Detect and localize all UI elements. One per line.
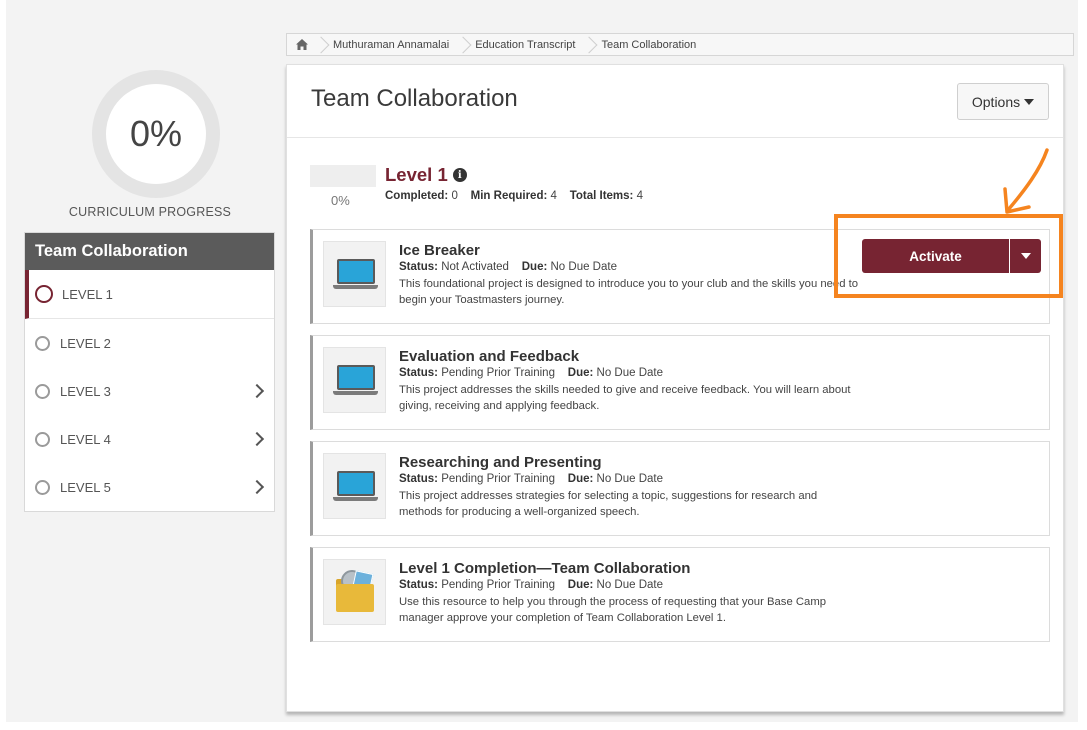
status-label: Status:	[399, 579, 438, 591]
sidebar-item-level-3[interactable]: LEVEL 3	[25, 367, 274, 415]
sidebar-item-level-4[interactable]: LEVEL 4	[25, 415, 274, 463]
item-title[interactable]: Ice Breaker	[399, 242, 480, 259]
laptop-icon	[323, 347, 386, 413]
item-description: This project addresses the skills needed…	[399, 384, 851, 412]
min-required-value: 4	[550, 190, 557, 202]
item-status: Status: Pending Prior Training Due: No D…	[399, 579, 663, 591]
item-status: Status: Pending Prior Training Due: No D…	[399, 473, 663, 485]
breadcrumb-item-user[interactable]: Muthuraman Annamalai	[327, 39, 459, 51]
sidebar-item-label: LEVEL 2	[60, 335, 111, 351]
level-sidebar: Team Collaboration LEVEL 1 LEVEL 2 LEVEL…	[24, 232, 275, 512]
item-status: Status: Not Activated Due: No Due Date	[399, 261, 617, 273]
annotation-arrow-icon	[1003, 148, 1049, 214]
panel-divider	[287, 137, 1063, 138]
level-title-text: Level 1	[385, 164, 448, 185]
level-status-circle-icon	[35, 479, 50, 495]
status-label: Status:	[399, 261, 438, 273]
level-status-circle-icon	[35, 383, 50, 399]
level-progress-bar	[310, 165, 376, 187]
info-icon[interactable]: i	[452, 168, 467, 182]
sidebar-item-label: LEVEL 3	[60, 383, 111, 399]
item-description: This foundational project is designed to…	[399, 278, 859, 306]
due-label: Due:	[567, 473, 594, 485]
laptop-icon	[323, 241, 386, 307]
status-value: Not Activated	[441, 261, 509, 273]
curriculum-progress-label: CURRICULUM PROGRESS	[68, 205, 232, 219]
due-label: Due:	[567, 367, 594, 379]
training-item-card: Level 1 Completion—Team Collaboration St…	[310, 547, 1050, 642]
due-label: Due:	[567, 579, 594, 591]
chevron-right-icon[interactable]	[249, 431, 265, 447]
level-status-circle-icon	[35, 431, 50, 447]
options-button[interactable]: Options	[957, 83, 1049, 120]
level-status-circle-icon	[35, 335, 50, 351]
min-required-label: Min Required:	[470, 190, 548, 202]
breadcrumb-separator	[317, 34, 327, 55]
due-value: No Due Date	[550, 261, 617, 273]
training-item-card: Researching and Presenting Status: Pendi…	[310, 441, 1050, 536]
status-label: Status:	[399, 473, 438, 485]
due-value: No Due Date	[596, 579, 664, 591]
item-title[interactable]: Evaluation and Feedback	[399, 348, 579, 365]
breadcrumb-item-transcript[interactable]: Education Transcript	[469, 39, 585, 51]
page-title: Team Collaboration	[311, 85, 518, 112]
due-value: No Due Date	[596, 473, 664, 485]
status-label: Status:	[399, 367, 438, 379]
status-value: Pending Prior Training	[441, 579, 555, 591]
due-label: Due:	[521, 261, 548, 273]
sidebar-item-level-1[interactable]: LEVEL 1	[25, 270, 274, 319]
laptop-icon	[323, 453, 386, 519]
total-items-value: 4	[636, 190, 643, 202]
curriculum-progress-ring: 0%	[92, 70, 220, 198]
curriculum-progress-percent: 0%	[129, 113, 183, 154]
item-title[interactable]: Level 1 Completion—Team Collaboration	[399, 560, 690, 577]
total-items-label: Total Items:	[569, 190, 634, 202]
sidebar-item-level-2[interactable]: LEVEL 2	[25, 319, 274, 367]
sidebar-title: Team Collaboration	[25, 233, 274, 270]
level-stats: Completed: 0 Min Required: 4 Total Items…	[385, 190, 643, 202]
completed-label: Completed:	[385, 190, 449, 202]
status-value: Pending Prior Training	[441, 367, 555, 379]
sidebar-item-label: LEVEL 4	[60, 431, 111, 447]
status-value: Pending Prior Training	[441, 473, 555, 485]
item-title[interactable]: Researching and Presenting	[399, 454, 602, 471]
sidebar-item-label: LEVEL 5	[60, 479, 111, 495]
folder-icon	[323, 559, 386, 625]
caret-down-icon	[1024, 98, 1035, 105]
level-progress-percent: 0%	[331, 193, 350, 208]
level-title: Level 1 i	[385, 164, 467, 186]
sidebar-item-level-5[interactable]: LEVEL 5	[25, 463, 274, 511]
breadcrumb: Muthuraman Annamalai Education Transcrip…	[286, 33, 1074, 56]
breadcrumb-item-current: Team Collaboration	[601, 38, 697, 51]
options-label: Options	[971, 93, 1021, 110]
sidebar-item-label: LEVEL 1	[62, 286, 113, 302]
chevron-right-icon[interactable]	[249, 383, 265, 399]
breadcrumb-separator	[459, 34, 469, 55]
item-description: Use this resource to help you through th…	[399, 596, 827, 624]
curriculum-panel: Team Collaboration Options 0% Level 1 i …	[286, 64, 1064, 712]
level-status-circle-icon	[35, 285, 53, 303]
breadcrumb-separator	[585, 34, 595, 55]
item-status: Status: Pending Prior Training Due: No D…	[399, 367, 663, 379]
item-description: This project addresses strategies for se…	[399, 490, 818, 518]
due-value: No Due Date	[596, 367, 664, 379]
training-item-card: Evaluation and Feedback Status: Pending …	[310, 335, 1050, 430]
annotation-highlight-box	[834, 214, 1063, 298]
completed-value: 0	[451, 190, 458, 202]
chevron-right-icon[interactable]	[249, 479, 265, 495]
